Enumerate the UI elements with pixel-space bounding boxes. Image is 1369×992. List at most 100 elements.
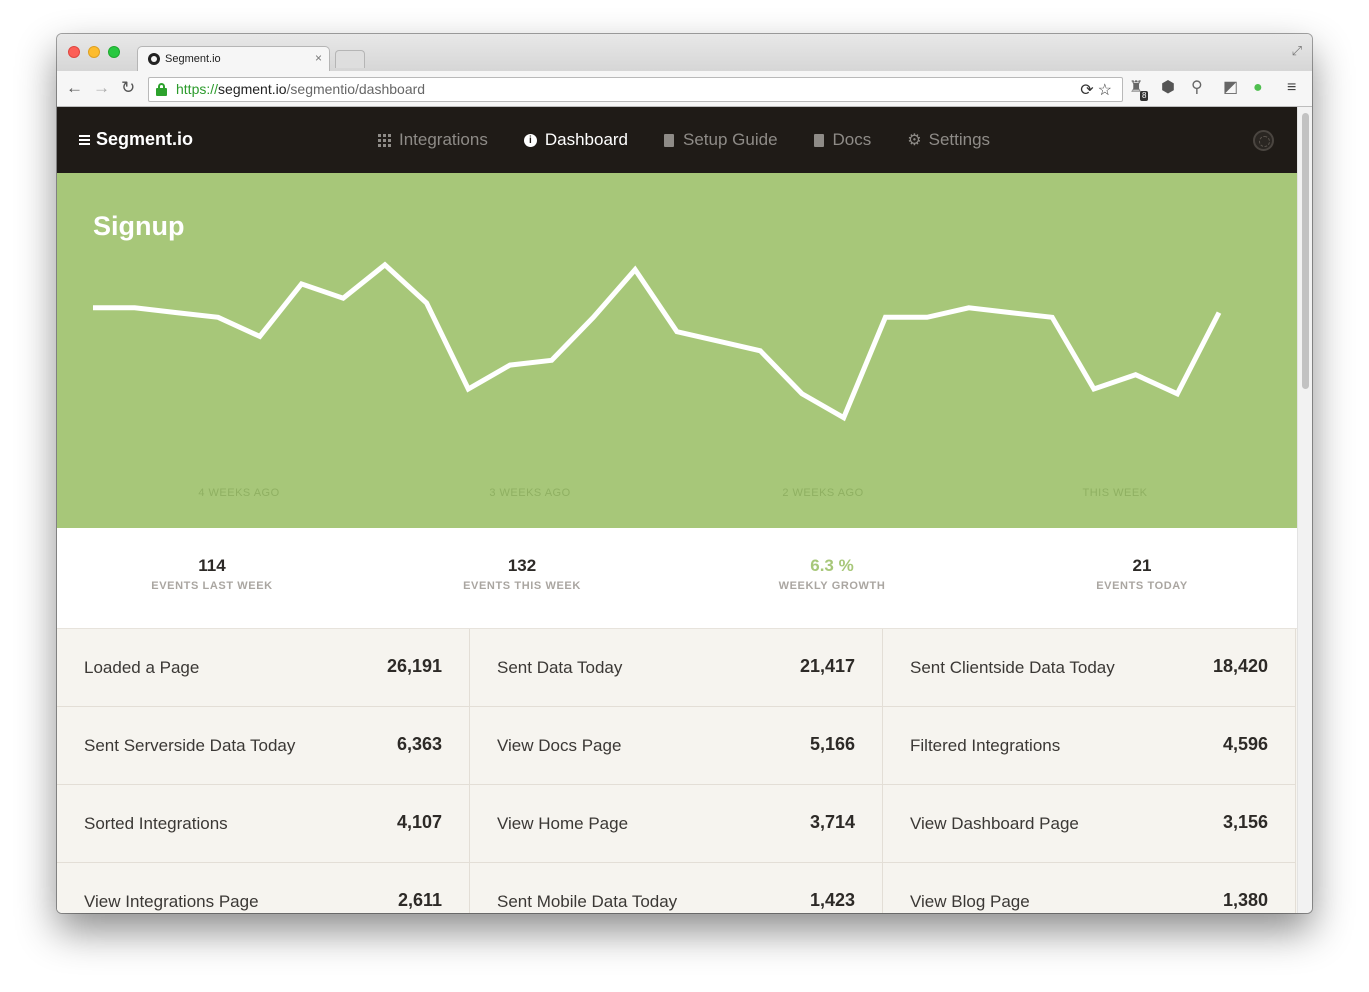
new-tab-button[interactable] (335, 50, 365, 68)
event-name: Sent Clientside Data Today (910, 658, 1115, 677)
browser-window: Segment.io × ⤢ ← → ↻ https://segment.io/… (57, 34, 1312, 913)
nav-integrations[interactable]: Integrations (378, 130, 488, 150)
url-path: /segmentio/dashboard (286, 81, 426, 97)
event-name: Sent Mobile Data Today (497, 892, 678, 911)
event-row[interactable]: View Integrations Page 2,611 (57, 863, 470, 913)
nav-label: Dashboard (544, 130, 629, 149)
event-count: 3,156 (1222, 812, 1268, 832)
event-row[interactable]: Sent Mobile Data Today 1,423 (470, 863, 883, 913)
event-row[interactable]: Loaded a Page 26,191 (57, 629, 470, 707)
main-nav: Integrations i Dashboard Setup Guide Doc… (378, 107, 1026, 173)
bookmark-star-icon[interactable]: ⟳☆ (1080, 79, 1116, 102)
browser-tab[interactable]: Segment.io × (137, 46, 330, 71)
brand-link[interactable]: Segment.io (79, 129, 193, 150)
event-name: View Home Page (497, 814, 629, 833)
event-row[interactable]: View Dashboard Page 3,156 (883, 785, 1296, 863)
event-name: Sorted Integrations (84, 814, 228, 833)
events-grid: Loaded a Page 26,191 Sent Data Today 21,417… (57, 628, 1297, 913)
event-name: View Integrations Page (84, 892, 259, 911)
close-tab-icon[interactable]: × (315, 51, 322, 65)
evernote-extension-icon[interactable]: ● (1253, 79, 1263, 97)
nav-label: Settings (928, 130, 991, 149)
signup-line-chart: 4 WEEKS AGO 3 WEEKS AGO 2 WEEKS AGO THIS WE… (93, 261, 1222, 499)
scrollbar-thumb[interactable] (1302, 113, 1309, 389)
browser-titlebar: Segment.io × ⤢ (57, 34, 1312, 71)
nav-label: Integrations (399, 130, 488, 149)
event-row[interactable]: View Blog Page 1,380 (883, 863, 1296, 913)
event-row[interactable]: Sent Serverside Data Today 6,363 (57, 707, 470, 785)
minimize-window-button[interactable] (88, 46, 100, 58)
tab-title: Segment.io (165, 53, 221, 65)
event-name: Loaded a Page (84, 658, 200, 677)
event-name: Sent Data Today (497, 658, 623, 677)
event-name: View Blog Page (910, 892, 1030, 911)
event-name: Filtered Integrations (910, 736, 1061, 755)
lock-icon (156, 83, 167, 96)
event-count: 1,380 (1222, 890, 1268, 910)
address-bar[interactable]: https://segment.io/segmentio/dashboard ⟳… (148, 77, 1123, 102)
pin-extension-icon[interactable]: ⚲ (1191, 79, 1203, 97)
event-row[interactable]: Filtered Integrations 4,596 (883, 707, 1296, 785)
stat-label: EVENTS THIS WEEK (463, 580, 581, 592)
signup-chart-panel: 4 WEEKS AGO 3 WEEKS AGO 2 WEEKS AGO THIS WE… (57, 173, 1297, 528)
page-scrollbar[interactable] (1297, 107, 1312, 913)
stat-label: EVENTS TODAY (1096, 580, 1188, 592)
extension-badge: 8 (1140, 91, 1149, 101)
x-axis-label: THIS WEEK (1082, 487, 1147, 499)
event-count: 6,363 (396, 734, 442, 754)
event-name: View Dashboard Page (910, 814, 1079, 833)
url-host: segment.io (218, 81, 287, 97)
image-extension-icon[interactable]: ◩ (1223, 79, 1238, 97)
event-count: 18,420 (1212, 656, 1268, 676)
info-icon: i (523, 133, 537, 147)
stats-bar: 114 EVENTS LAST WEEK 132 EVENTS THIS WEE… (57, 528, 1297, 628)
event-row[interactable]: Sorted Integrations 4,107 (57, 785, 470, 863)
event-count: 1,423 (809, 890, 855, 910)
event-count: 4,107 (396, 812, 442, 832)
nav-setup-guide[interactable]: Setup Guide (664, 130, 778, 150)
event-name: View Docs Page (497, 736, 622, 755)
reload-icon[interactable]: ↻ (121, 79, 135, 97)
event-count: 3,714 (809, 812, 855, 832)
close-window-button[interactable] (68, 46, 80, 58)
back-arrow-icon[interactable]: ← (66, 79, 83, 97)
nav-docs[interactable]: Docs (813, 130, 872, 150)
browser-toolbar: ← → ↻ https://segment.io/segmentio/dashb… (57, 71, 1312, 107)
nav-label: Docs (832, 130, 872, 149)
document-icon (813, 133, 824, 147)
document-icon (664, 133, 675, 147)
forward-arrow-icon[interactable]: → (93, 79, 110, 97)
app-header: Segment.io Integrations i Dashboard Setu… (57, 107, 1297, 173)
event-row[interactable]: View Home Page 3,714 (470, 785, 883, 863)
stat-label: EVENTS LAST WEEK (151, 580, 273, 592)
x-axis-label: 4 WEEKS AGO (198, 487, 279, 499)
event-count: 26,191 (386, 656, 442, 676)
menu-icon[interactable]: ≡ (1287, 79, 1296, 97)
zoom-window-button[interactable] (108, 46, 120, 58)
x-axis-label: 3 WEEKS AGO (489, 487, 570, 499)
chart-title: Signup (93, 211, 185, 241)
event-count: 21,417 (799, 656, 855, 676)
brand-name: Segment.io (96, 129, 194, 149)
nav-settings[interactable]: ⚙ Settings (907, 130, 990, 150)
page-viewport: Segment.io Integrations i Dashboard Setu… (57, 107, 1297, 913)
hexagon-extension-icon[interactable]: ⬢ (1161, 79, 1175, 97)
event-row[interactable]: Sent Clientside Data Today 18,420 (883, 629, 1296, 707)
gear-icon: ⚙ (907, 132, 922, 149)
event-count: 4,596 (1222, 734, 1268, 754)
nav-dashboard[interactable]: i Dashboard (523, 130, 629, 150)
url-scheme: https:// (176, 81, 219, 97)
stat-label: WEEKLY GROWTH (778, 580, 886, 592)
fullscreen-icon[interactable]: ⤢ (1292, 43, 1302, 59)
avatar[interactable] (1253, 130, 1274, 151)
x-axis-label: 2 WEEKS AGO (782, 487, 863, 499)
segment-favicon-icon (148, 53, 160, 65)
hamburger-icon (79, 134, 90, 145)
event-row[interactable]: View Docs Page 5,166 (470, 707, 883, 785)
event-name: Sent Serverside Data Today (84, 736, 296, 755)
stat-value: 6.3 % (810, 556, 854, 575)
stat-value: 114 (198, 556, 226, 575)
event-row[interactable]: Sent Data Today 21,417 (470, 629, 883, 707)
stat-value: 132 (507, 556, 537, 575)
event-count: 2,611 (397, 890, 442, 910)
